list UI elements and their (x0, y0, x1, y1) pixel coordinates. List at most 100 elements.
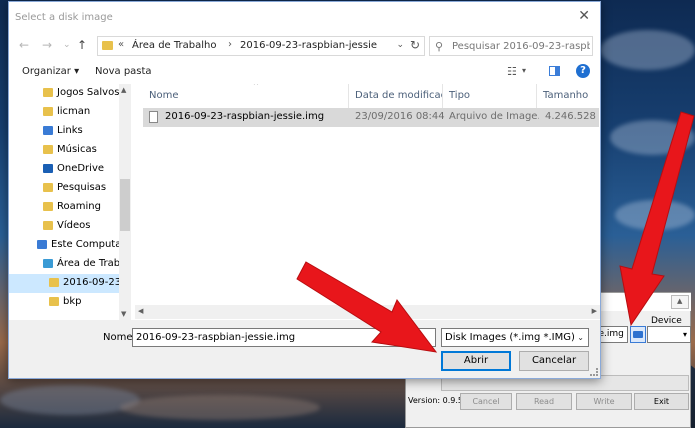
chevron-down-icon[interactable]: ▾ (522, 66, 526, 75)
tree-item-label: Músicas (57, 144, 97, 155)
tree-item-label: Links (57, 125, 83, 136)
scroll-up-icon[interactable]: ▲ (121, 86, 126, 94)
folder-icon (633, 331, 643, 338)
tree-item-label: Roaming (57, 201, 101, 212)
file-icon (149, 111, 158, 123)
dialog-footer: Nome: 2016-09-23-raspbian-jessie.img Dis… (9, 320, 600, 378)
file-name: 2016-09-23-raspbian-jessie.img (165, 111, 325, 122)
breadcrumb-desktop[interactable]: Área de Trabalho (132, 40, 216, 51)
search-box[interactable]: ⚲ Pesquisar 2016-09-23-raspbian-... (429, 36, 593, 56)
breadcrumb-separator: › (228, 39, 232, 50)
command-bar: Organizar ▾ Nova pasta ☷ ▾ ? (9, 59, 600, 84)
tree-item[interactable]: Músicas (9, 141, 119, 160)
tree-item-label: 2016-09-23-ra (63, 277, 119, 288)
column-header-label: Nome (149, 90, 179, 101)
recent-locations-icon[interactable]: ⌄ (63, 37, 71, 53)
column-header-label: Tipo (449, 90, 471, 101)
search-input[interactable]: Pesquisar 2016-09-23-raspbian-... (452, 41, 590, 52)
scroll-down-icon[interactable]: ▼ (121, 310, 126, 318)
tree-item[interactable]: Área de Trabalh (9, 255, 119, 274)
column-header-type[interactable]: Tipo (443, 84, 537, 108)
scroll-left-icon[interactable]: ◀ (138, 307, 143, 315)
resize-grip[interactable] (590, 368, 598, 376)
column-header-date-modified[interactable]: Data de modificaç... (349, 84, 443, 108)
new-folder-button[interactable]: Nova pasta (95, 66, 152, 77)
back-arrow-icon[interactable]: ← (19, 37, 29, 53)
refresh-icon[interactable]: ↻ (410, 38, 420, 52)
computer-icon (37, 240, 47, 249)
chevron-down-icon: ▾ (682, 330, 687, 339)
scrollbar-thumb[interactable] (120, 179, 130, 231)
navigation-tree-scrollbar[interactable]: ▲ ▼ (119, 84, 131, 320)
search-icon: ⚲ (435, 40, 444, 53)
breadcrumb-current-folder[interactable]: 2016-09-23-raspbian-jessie (240, 40, 377, 51)
tree-item-label: OneDrive (57, 163, 105, 174)
address-bar[interactable]: « Área de Trabalho › 2016-09-23-raspbian… (97, 36, 425, 56)
column-header-label: Data de modificaç... (355, 90, 442, 101)
tree-item[interactable]: OneDrive (9, 160, 119, 179)
file-open-dialog: Select a disk image ✕ ← → ⌄ ↑ « Área de … (8, 1, 601, 379)
onedrive-icon (43, 164, 53, 173)
tree-item[interactable]: Roaming (9, 198, 119, 217)
tree-item[interactable]: 2016-09-23-ra (9, 274, 119, 293)
tree-item[interactable]: Jogos Salvos (9, 84, 119, 103)
browse-folder-button[interactable] (630, 326, 646, 343)
folder-icon (43, 107, 53, 116)
dialog-title: Select a disk image (15, 12, 113, 23)
tree-item[interactable]: Links (9, 122, 119, 141)
device-select[interactable]: ▾ (647, 326, 691, 343)
tree-item-label: bkp (63, 296, 82, 307)
version-label: Version: 0.9.5 (408, 396, 464, 405)
searches-folder-icon (43, 183, 53, 192)
tree-item[interactable]: licman (9, 103, 119, 122)
tree-item-label: Pesquisas (57, 182, 107, 193)
close-icon[interactable]: ✕ (578, 9, 590, 23)
tree-item-label: Área de Trabalh (57, 258, 119, 269)
column-header-label: Tamanho (543, 90, 589, 101)
exit-button[interactable]: Exit (634, 393, 689, 410)
file-row[interactable]: 2016-09-23-raspbian-jessie.img 23/09/201… (143, 108, 599, 127)
open-button[interactable]: Abrir (441, 351, 511, 371)
file-type: Arquivo de Image... (449, 111, 539, 122)
write-button[interactable]: Write (576, 393, 632, 410)
file-type-filter-value: Disk Images (*.img *.IMG) (445, 332, 575, 343)
column-header-size[interactable]: Tamanho (537, 84, 600, 108)
file-date-modified: 23/09/2016 08:44 (355, 111, 445, 122)
folder-icon (49, 278, 59, 287)
breadcrumb-overflow[interactable]: « (118, 39, 124, 50)
file-type-filter[interactable]: Disk Images (*.img *.IMG) ⌄ (441, 328, 589, 347)
file-name-input[interactable]: 2016-09-23-raspbian-jessie.img (132, 328, 436, 347)
tree-item-label: licman (57, 106, 91, 117)
view-options-icon[interactable]: ☷ (507, 65, 517, 78)
games-folder-icon (43, 88, 53, 97)
chevron-down-icon[interactable]: ⌄ (577, 329, 584, 346)
organize-button[interactable]: Organizar ▾ (22, 66, 79, 77)
desktop-folder-icon (43, 259, 53, 268)
tree-item[interactable]: Este Computador (9, 236, 119, 255)
tree-item[interactable]: Pesquisas (9, 179, 119, 198)
folder-icon (102, 41, 113, 50)
chevron-up-icon: ▲ (677, 297, 683, 305)
tree-item-label: Vídeos (57, 220, 91, 231)
file-name-label: Nome: (103, 332, 136, 343)
links-folder-icon (43, 126, 53, 135)
folder-icon (43, 202, 53, 211)
navigation-tree: Jogos Salvos licman Links Músicas OneDrive Pe… (9, 84, 131, 320)
horizontal-scrollbar[interactable]: ◀ ▶ (135, 305, 600, 319)
up-arrow-icon[interactable]: ↑ (77, 37, 87, 53)
tree-item[interactable]: bkp (9, 293, 119, 312)
scroll-right-icon[interactable]: ▶ (592, 307, 597, 315)
read-button[interactable]: Read (516, 393, 572, 410)
preview-pane-icon[interactable] (549, 66, 560, 76)
disk-imager-scroll-up[interactable]: ▲ (671, 295, 689, 309)
column-header-name[interactable]: Nome ^ (143, 84, 349, 108)
tree-item[interactable]: Vídeos (9, 217, 119, 236)
folder-icon (49, 297, 59, 306)
tree-item-label: Este Computador (51, 239, 119, 250)
forward-arrow-icon[interactable]: → (42, 37, 52, 53)
chevron-down-icon[interactable]: ⌄ (396, 40, 404, 50)
file-list: Nome ^ Data de modificaç... Tipo Tamanho… (135, 84, 600, 320)
cancel-write-button[interactable]: Cancel (460, 393, 512, 410)
help-icon[interactable]: ? (576, 64, 590, 78)
cancel-button[interactable]: Cancelar (519, 351, 589, 371)
